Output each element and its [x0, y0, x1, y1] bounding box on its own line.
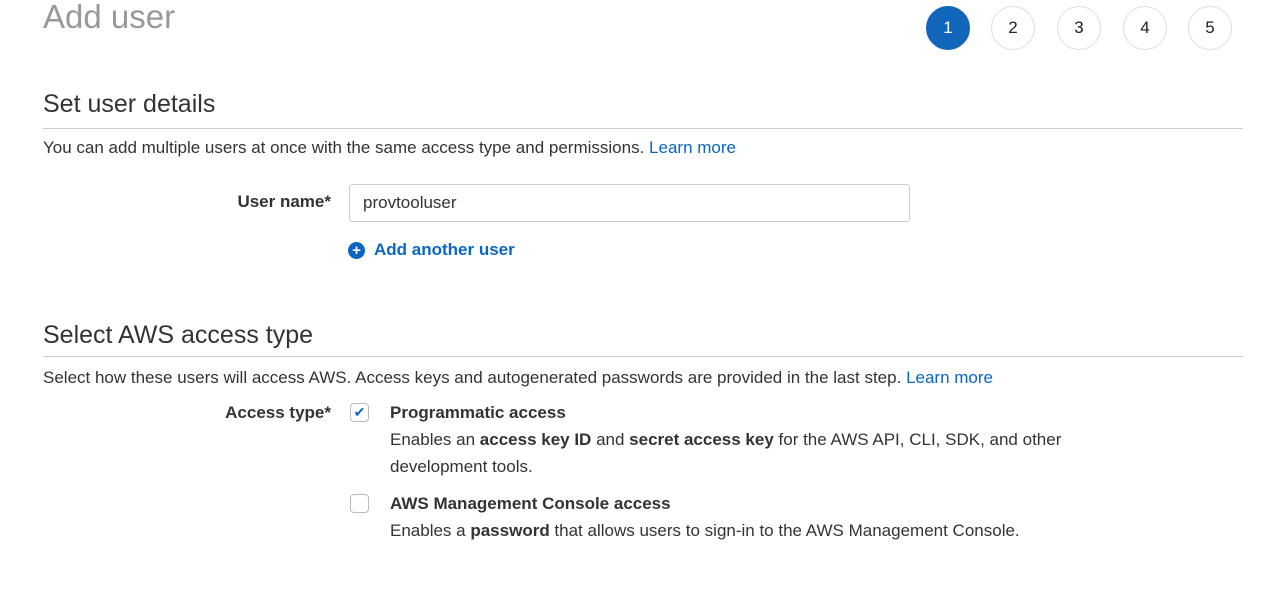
description-text: Select how these users will access AWS. … — [43, 368, 902, 387]
option-title: AWS Management Console access — [390, 494, 671, 513]
option-description: Enables a password that allows users to … — [390, 521, 1020, 540]
step-5[interactable]: 5 — [1188, 6, 1232, 50]
user-details-description: You can add multiple users at once with … — [43, 138, 736, 158]
user-name-label: User name* — [237, 192, 331, 211]
programmatic-access-option: Programmatic access Enables an access ke… — [390, 399, 1070, 480]
description-text: You can add multiple users at once with … — [43, 138, 645, 157]
page-title: Add user — [43, 0, 176, 35]
plus-circle-icon: + — [348, 241, 365, 259]
step-4[interactable]: 4 — [1123, 6, 1167, 50]
step-3[interactable]: 3 — [1057, 6, 1101, 50]
console-access-option: AWS Management Console access Enables a … — [390, 490, 1070, 544]
access-type-label: Access type* — [225, 403, 331, 422]
learn-more-link[interactable]: Learn more — [906, 368, 993, 387]
divider — [43, 128, 1243, 129]
programmatic-access-checkbox[interactable]: ✔ — [350, 403, 369, 422]
divider — [43, 356, 1243, 357]
section-heading-user-details: Set user details — [43, 90, 216, 118]
step-2[interactable]: 2 — [991, 6, 1035, 50]
access-type-description: Select how these users will access AWS. … — [43, 368, 993, 388]
checkmark-icon: ✔ — [353, 404, 366, 420]
option-description: Enables an access key ID and secret acce… — [390, 430, 1062, 476]
add-another-user-label: Add another user — [374, 240, 515, 259]
user-name-input[interactable] — [349, 184, 910, 222]
section-heading-access-type: Select AWS access type — [43, 321, 314, 349]
step-1[interactable]: 1 — [926, 6, 970, 50]
option-title: Programmatic access — [390, 403, 566, 422]
learn-more-link[interactable]: Learn more — [649, 138, 736, 157]
add-another-user-button[interactable]: + Add another user — [348, 240, 515, 260]
console-access-checkbox[interactable] — [350, 494, 369, 513]
